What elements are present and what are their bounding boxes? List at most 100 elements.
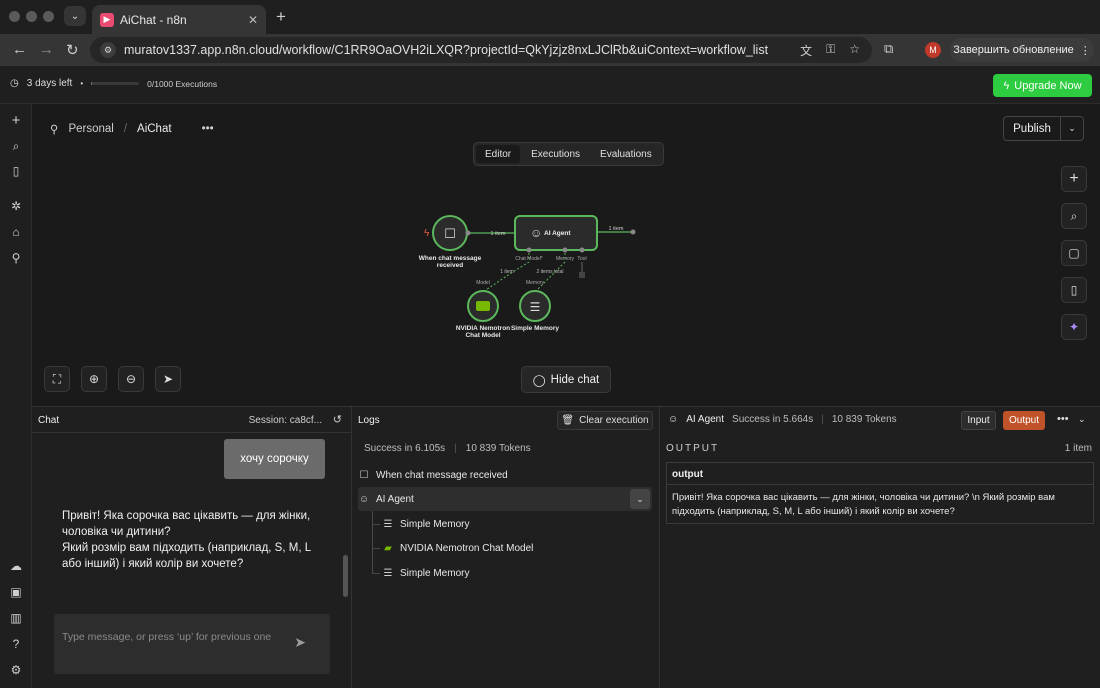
user-icon[interactable]: ⚲	[8, 250, 24, 266]
hide-chat-label: Hide chat	[550, 373, 600, 386]
search-icon[interactable]: ⌕	[8, 138, 24, 154]
new-tab-icon[interactable]: +	[276, 7, 286, 27]
help-icon[interactable]: ?	[8, 636, 24, 652]
forward-icon[interactable]: →	[39, 41, 54, 58]
window-zoom-dot[interactable]	[43, 11, 54, 22]
breadcrumb-separator: /	[123, 123, 128, 135]
log-entry-agent[interactable]: ☺ AI Agent ⌄	[358, 487, 652, 511]
tool-port-label: Tool	[577, 256, 586, 262]
panel-icon[interactable]: ▯	[8, 163, 24, 179]
window-close-dot[interactable]	[9, 11, 20, 22]
browser-tab[interactable]: ▶ AiChat - n8n ✕	[92, 5, 266, 34]
trigger-bolt-icon: ϟ	[424, 228, 430, 239]
workflow-canvas[interactable]: ϟ ☐ When chat message received 1 item ☺ …	[32, 142, 1100, 406]
project-link[interactable]: Personal	[68, 123, 113, 135]
output-value[interactable]: Привіт! Яка сорочка вас цікавить — для ж…	[672, 491, 1090, 519]
add-tool-button[interactable]	[579, 272, 585, 278]
memory-port[interactable]	[562, 247, 568, 253]
memory-label: Simple Memory	[511, 325, 559, 332]
upgrade-label: Upgrade Now	[1014, 79, 1082, 92]
tree-connector	[372, 511, 373, 573]
collapse-chevron-icon[interactable]: ⌄	[630, 489, 650, 509]
nvidia-logo-icon: ▰	[384, 542, 392, 554]
home-icon[interactable]: ⌂	[8, 224, 24, 240]
logs-panel: Logs 🗑 Clear execution Success in 6.105s…	[352, 406, 660, 688]
main-sidebar: + ⌕ ▯ ✲ ⌂ ⚲ ☁ ▣ ▥ ? ⚙	[0, 104, 32, 688]
collapse-chevron-icon[interactable]: ⌄	[1078, 414, 1086, 425]
zoom-out-icon[interactable]: ⊖	[118, 366, 144, 392]
log-entry-trigger[interactable]: ☐ When chat message received	[358, 463, 652, 487]
profile-avatar[interactable]: M	[925, 42, 941, 58]
user-message: хочу сорочку	[224, 439, 325, 479]
url-bar[interactable]: ⚙ muratov1337.app.n8n.cloud/workflow/C1R…	[90, 37, 872, 63]
workflow-name[interactable]: AiChat	[137, 123, 172, 135]
chat-model-port[interactable]	[526, 247, 532, 253]
publish-chevron-icon[interactable]: ⌄	[1061, 117, 1083, 140]
send-icon[interactable]: ➤	[294, 634, 306, 651]
tool-port[interactable]	[579, 247, 585, 253]
settings-gear-icon[interactable]: ⚙	[8, 662, 24, 678]
executions-count: 0/1000 Executions	[147, 78, 218, 89]
box-icon[interactable]: ▣	[8, 584, 24, 600]
cursor-tidy-icon[interactable]: ➤	[155, 366, 181, 392]
log-entry-memory-1[interactable]: ☰ Simple Memory	[382, 512, 652, 536]
cloud-icon[interactable]: ☁	[8, 558, 24, 574]
hide-chat-button[interactable]: ◯ Hide chat	[521, 366, 611, 393]
url-text[interactable]: muratov1337.app.n8n.cloud/workflow/C1RR9…	[124, 43, 768, 57]
reload-icon[interactable]: ↻	[66, 41, 79, 59]
trial-info: ◷ 3 days left • 0/1000 Executions	[10, 78, 217, 89]
tab-close-icon[interactable]: ✕	[248, 13, 258, 27]
trial-banner: ◷ 3 days left • 0/1000 Executions ϟ Upgr…	[0, 66, 1100, 104]
side-panel-icon[interactable]: ▯	[1061, 277, 1087, 303]
extensions-puzzle-icon[interactable]: ⧉	[884, 41, 893, 57]
executions-progress-bar	[91, 82, 140, 85]
chat-input[interactable]: Type message, or press ‘up’ for previous…	[54, 614, 330, 674]
site-settings-icon[interactable]: ⚙	[100, 42, 116, 58]
upgrade-now-button[interactable]: ϟ Upgrade Now	[993, 74, 1092, 97]
canvas-search-icon[interactable]: ⌕	[1061, 203, 1087, 229]
log-entry-model[interactable]: ▰ NVIDIA Nemotron Chat Model	[382, 536, 652, 560]
finish-update-button[interactable]: Завершить обновление ⋮	[950, 38, 1094, 62]
fit-view-icon[interactable]: ⛶	[44, 366, 70, 392]
templates-icon[interactable]: ✲	[8, 198, 24, 214]
tab-evaluations[interactable]: Evaluations	[591, 145, 661, 163]
zoom-in-icon[interactable]: ⊕	[81, 366, 107, 392]
workflow-more-icon[interactable]: •••	[202, 123, 214, 135]
database-icon: ☰	[530, 300, 541, 314]
trigger-label-2: received	[437, 262, 463, 269]
nvidia-logo-icon	[476, 301, 490, 311]
window-minimize-dot[interactable]	[26, 11, 37, 22]
tab-executions[interactable]: Executions	[522, 145, 589, 163]
chat-session-id[interactable]: Session: ca8cf...	[249, 415, 322, 426]
trigger-output-port[interactable]	[465, 230, 471, 236]
ai-agent-label: AI Agent	[544, 230, 571, 237]
log-entry-label: Simple Memory	[400, 518, 470, 530]
update-button-label: Завершить обновление	[953, 44, 1074, 56]
output-toggle-button[interactable]: Output	[1003, 411, 1045, 430]
insights-chart-icon[interactable]: ▥	[8, 610, 24, 626]
output-tokens: 10 839 Tokens	[831, 414, 897, 425]
tab-list-chevron-icon[interactable]: ⌄	[64, 6, 86, 26]
sticky-note-icon[interactable]: ▢	[1061, 240, 1087, 266]
plus-icon[interactable]: +	[8, 113, 24, 129]
output-header: ☺ AI Agent Success in 5.664s | 10 839 To…	[668, 414, 897, 425]
output-item-count: 1 item	[1064, 443, 1092, 454]
reset-session-icon[interactable]: ↺	[333, 413, 342, 426]
publish-button[interactable]: Publish	[1004, 117, 1061, 140]
bookmark-star-icon[interactable]: ☆	[849, 42, 860, 59]
chat-scrollbar[interactable]	[343, 555, 348, 597]
add-node-button[interactable]: +	[1061, 166, 1087, 192]
ai-sparkle-icon[interactable]: ✦	[1061, 314, 1087, 340]
output-section-label: OUTPUT	[666, 443, 720, 454]
translate-icon[interactable]: 文	[800, 42, 812, 59]
chat-icon: ◯	[532, 374, 546, 387]
back-icon[interactable]: ←	[12, 41, 27, 58]
password-key-icon[interactable]: ⚿	[826, 42, 835, 59]
log-entry-memory-2[interactable]: ☰ Simple Memory	[382, 561, 652, 585]
input-toggle-button[interactable]: Input	[961, 411, 996, 430]
more-options-icon[interactable]: •••	[1057, 413, 1069, 425]
clear-execution-button[interactable]: 🗑 Clear execution	[557, 411, 653, 430]
agent-output-port[interactable]	[630, 229, 636, 235]
tab-editor[interactable]: Editor	[476, 145, 521, 163]
logs-title: Logs	[358, 415, 380, 426]
